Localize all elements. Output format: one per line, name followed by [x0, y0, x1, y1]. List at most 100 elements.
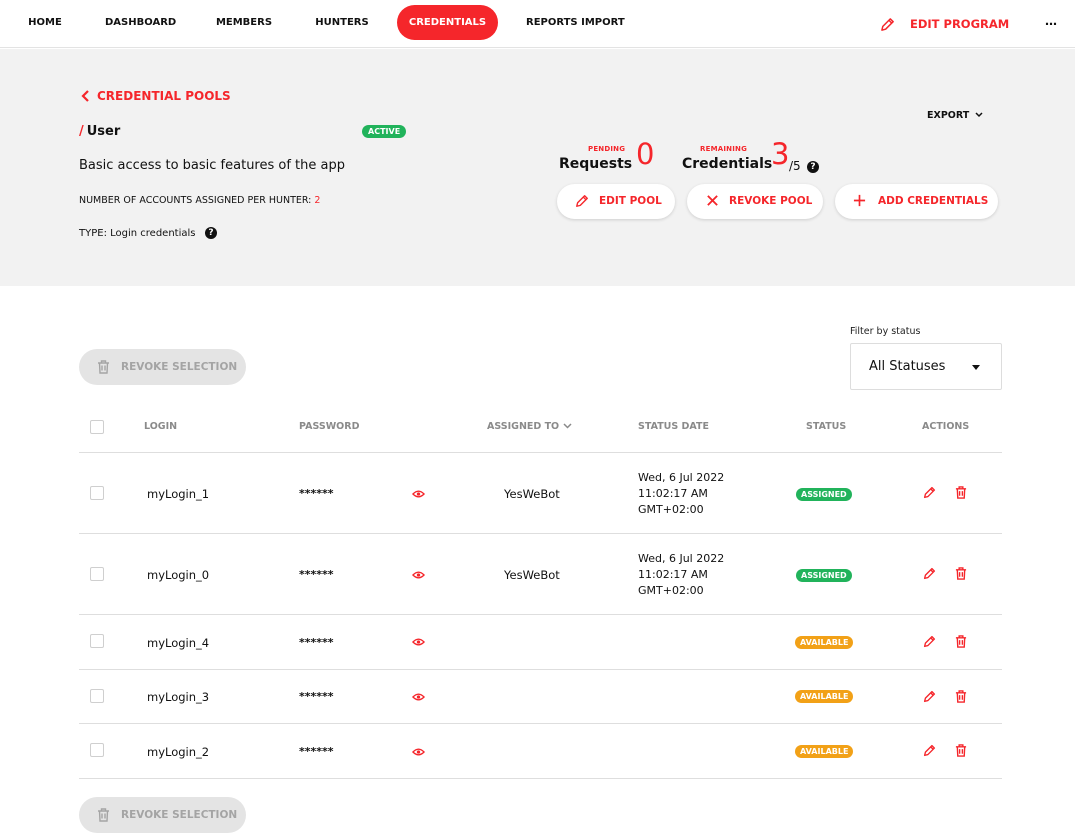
revoke-selection-button[interactable]: REVOKE SELECTION [79, 349, 246, 385]
row-divider [79, 614, 1002, 615]
status-filter-value: All Statuses [869, 359, 946, 374]
row-login: myLogin_1 [147, 487, 210, 501]
row-divider [79, 533, 1002, 534]
time-line: 11:02:17 AM [638, 487, 708, 500]
row-status-badge: ASSIGNED [796, 569, 852, 582]
row-password: ****** [299, 745, 334, 758]
select-all-checkbox[interactable] [90, 420, 104, 434]
page-title: / User [79, 124, 120, 139]
column-header-login[interactable]: LOGIN [144, 421, 177, 432]
edit-icon[interactable] [923, 744, 936, 757]
row-login: myLogin_0 [147, 568, 210, 582]
table-divider [79, 452, 1002, 453]
add-credentials-label: ADD CREDENTIALS [878, 195, 989, 207]
nav-dashboard[interactable]: DASHBOARD [105, 5, 176, 40]
trash-icon [98, 360, 109, 374]
eye-icon[interactable] [412, 747, 425, 757]
row-password: ****** [299, 568, 334, 581]
edit-icon[interactable] [923, 567, 936, 580]
nav-members[interactable]: MEMBERS [214, 5, 274, 40]
nav-credentials[interactable]: CREDENTIALS [397, 5, 498, 40]
row-password: ****** [299, 690, 334, 703]
row-status-badge: ASSIGNED [796, 488, 852, 501]
edit-icon[interactable] [923, 690, 936, 703]
revoke-pool-button[interactable]: REVOKE POOL [687, 184, 823, 219]
column-header-status: STATUS [806, 421, 847, 432]
pool-description: Basic access to basic features of the ap… [79, 158, 345, 173]
time-line: 11:02:17 AM [638, 568, 708, 581]
remaining-label: Credentials [682, 156, 773, 172]
eye-icon[interactable] [412, 692, 425, 702]
delete-icon[interactable] [955, 635, 967, 648]
row-divider [79, 778, 1002, 779]
pool-name: User [86, 124, 121, 139]
nav-hunters[interactable]: HUNTERS [313, 5, 371, 40]
remaining-count: 3 [771, 137, 790, 171]
nav-reports-import[interactable]: REPORTS IMPORT [526, 5, 625, 40]
edit-icon[interactable] [923, 486, 936, 499]
edit-icon[interactable] [923, 635, 936, 648]
revoke-selection-button-bottom[interactable]: REVOKE SELECTION [79, 797, 246, 833]
revoke-pool-label: REVOKE POOL [729, 195, 813, 207]
back-link-label: CREDENTIAL POOLS [97, 89, 231, 103]
revoke-selection-label: REVOKE SELECTION [121, 809, 238, 821]
pending-label: Requests [559, 156, 633, 172]
pending-small-label: PENDING [588, 145, 626, 153]
row-login: myLogin_3 [147, 690, 210, 704]
eye-icon[interactable] [412, 570, 425, 580]
pool-type: TYPE: Login credentials [79, 228, 195, 239]
delete-icon[interactable] [955, 744, 967, 757]
export-label: EXPORT [927, 110, 970, 121]
row-divider [79, 723, 1002, 724]
accounts-label: NUMBER OF ACCOUNTS ASSIGNED PER HUNTER: [79, 195, 312, 206]
row-login: myLogin_2 [147, 745, 210, 759]
date-line: Wed, 6 Jul 2022 [638, 552, 725, 565]
tz-line: GMT+02:00 [638, 584, 704, 597]
sort-chevron-down-icon [563, 423, 572, 429]
row-checkbox[interactable] [90, 567, 104, 581]
column-header-assigned-to[interactable]: ASSIGNED TO [487, 421, 572, 432]
pencil-icon [576, 195, 588, 207]
accounts-value: 2 [314, 195, 321, 206]
type-value: Login credentials [110, 228, 196, 239]
chevron-down-icon [975, 112, 983, 118]
top-navigation: HOME DASHBOARD MEMBERS HUNTERS CREDENTIA… [0, 0, 1075, 48]
row-checkbox[interactable] [90, 743, 104, 757]
row-login: myLogin_4 [147, 636, 210, 650]
trash-icon [98, 808, 109, 822]
accounts-per-hunter: NUMBER OF ACCOUNTS ASSIGNED PER HUNTER: 2 [79, 195, 320, 206]
row-password: ****** [299, 487, 334, 500]
row-assigned-to: YesWeBot [504, 568, 560, 582]
row-status-badge: AVAILABLE [795, 636, 854, 649]
export-dropdown[interactable]: EXPORT [927, 110, 983, 121]
eye-icon[interactable] [412, 489, 425, 499]
row-checkbox[interactable] [90, 689, 104, 703]
eye-icon[interactable] [412, 637, 425, 647]
remaining-help-icon[interactable]: ? [807, 161, 819, 173]
revoke-selection-label: REVOKE SELECTION [121, 361, 238, 373]
row-status-date: Wed, 6 Jul 2022 11:02:17 AM GMT+02:00 [638, 470, 724, 518]
remaining-small-label: REMAINING [700, 145, 748, 153]
title-slash: / [79, 124, 84, 139]
type-help-icon[interactable]: ? [205, 227, 217, 239]
delete-icon[interactable] [955, 690, 967, 703]
nav-home[interactable]: HOME [27, 5, 63, 40]
assigned-to-label: ASSIGNED TO [487, 421, 560, 432]
delete-icon[interactable] [955, 486, 967, 499]
pending-count: 0 [636, 137, 655, 171]
row-password: ****** [299, 636, 334, 649]
status-filter-select[interactable]: All Statuses [850, 343, 1002, 390]
plus-icon [853, 194, 866, 207]
row-checkbox[interactable] [90, 486, 104, 500]
column-header-status-date: STATUS DATE [638, 421, 710, 432]
more-options-icon[interactable]: ⋯ [1043, 12, 1059, 36]
edit-pool-button[interactable]: EDIT POOL [557, 184, 675, 219]
remaining-total: /5 [789, 159, 801, 173]
add-credentials-button[interactable]: ADD CREDENTIALS [835, 184, 998, 219]
row-checkbox[interactable] [90, 634, 104, 648]
delete-icon[interactable] [955, 567, 967, 580]
type-label: TYPE: [79, 228, 107, 239]
tz-line: GMT+02:00 [638, 503, 704, 516]
date-line: Wed, 6 Jul 2022 [638, 471, 725, 484]
row-status-badge: AVAILABLE [795, 745, 854, 758]
